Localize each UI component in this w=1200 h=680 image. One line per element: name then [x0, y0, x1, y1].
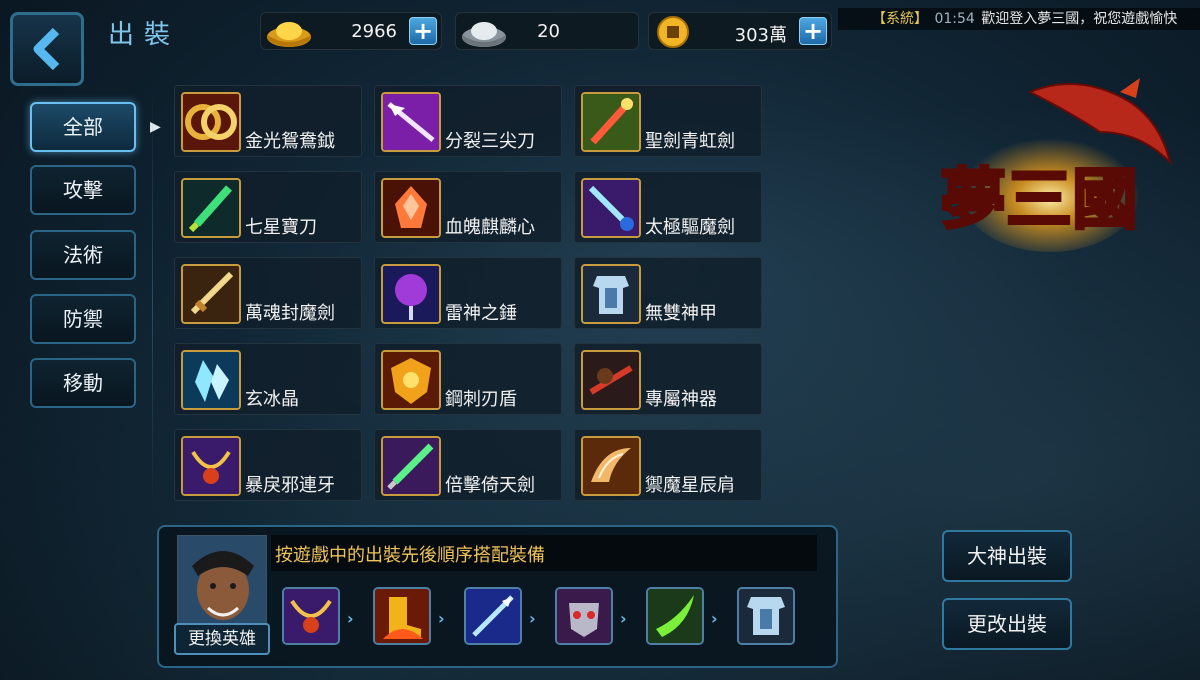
system-news-ticker: 【系統】 01:54 歡迎登入夢三國，祝您遊戲愉快 [838, 8, 1200, 30]
build-order-panel: 更換英雄 按遊戲中的出裝先後順序搭配裝備 › › › › › [157, 525, 838, 668]
change-build-button[interactable]: 更改出裝 [942, 598, 1072, 650]
fang-necklace-icon [181, 436, 241, 496]
item-name: 金光鴛鴦鉞 [245, 131, 335, 152]
item-name: 雷神之錘 [445, 303, 517, 324]
game-logo: 夢三國 [930, 72, 1190, 272]
item-card[interactable]: 暴戾邪連牙 [174, 429, 362, 501]
hero-portrait[interactable] [177, 535, 267, 627]
star-shoulder-icon [581, 436, 641, 496]
item-card[interactable]: 鋼刺刃盾 [374, 343, 562, 415]
item-card[interactable]: 聖劍青虹劍 [574, 85, 762, 157]
category-magic[interactable]: 法術 [30, 230, 136, 280]
demon-mask-icon[interactable] [555, 587, 613, 645]
item-card[interactable]: 血魄麒麟心 [374, 171, 562, 243]
chevron-right-icon: › [438, 609, 445, 628]
item-card[interactable]: 分裂三尖刀 [374, 85, 562, 157]
currency-gold: 2966 + [260, 12, 442, 50]
jade-sword-icon [381, 436, 441, 496]
ice-crystal-icon [181, 350, 241, 410]
item-card[interactable]: 專屬神器 [574, 343, 762, 415]
green-blade-icon[interactable] [646, 587, 704, 645]
item-name: 無雙神甲 [645, 303, 717, 324]
category-all[interactable]: 全部 [30, 102, 136, 152]
news-tag: 【系統】 [872, 11, 928, 27]
chevron-left-icon [33, 27, 60, 71]
spiked-shield-icon [381, 350, 441, 410]
item-card[interactable]: 倍擊倚天劍 [374, 429, 562, 501]
item-name: 專屬神器 [645, 389, 717, 410]
item-card[interactable]: 七星寶刀 [174, 171, 362, 243]
chevron-right-icon: › [711, 609, 718, 628]
chevron-right-icon: › [347, 609, 354, 628]
gold-value: 2966 [351, 21, 397, 42]
item-card[interactable]: 無雙神甲 [574, 257, 762, 329]
fire-boots-icon[interactable] [373, 587, 431, 645]
category-movement[interactable]: 移動 [30, 358, 136, 408]
item-card[interactable]: 雷神之錘 [374, 257, 562, 329]
coin-icon [657, 16, 689, 48]
news-time: 01:54 [934, 11, 975, 27]
silver-ingot-icon [462, 22, 506, 47]
silver-value: 20 [537, 21, 560, 42]
master-build-button[interactable]: 大神出裝 [942, 530, 1072, 582]
logo-text: 夢三國 [940, 160, 1138, 238]
item-card[interactable]: 禦魔星辰肩 [574, 429, 762, 501]
blood-crystal-icon [381, 178, 441, 238]
item-name: 太極驅魔劍 [645, 217, 735, 238]
divider [152, 90, 153, 510]
item-name: 禦魔星辰肩 [645, 475, 735, 496]
build-hint-text: 按遊戲中的出裝先後順序搭配裝備 [271, 535, 817, 571]
item-name: 鋼刺刃盾 [445, 389, 517, 410]
item-name: 萬魂封魔劍 [245, 303, 335, 324]
armor-icon [581, 264, 641, 324]
change-hero-button[interactable]: 更換英雄 [174, 623, 270, 655]
golden-sword-icon [181, 264, 241, 324]
news-message: 歡迎登入夢三國，祝您遊戲愉快 [981, 11, 1178, 27]
item-name: 血魄麒麟心 [445, 217, 535, 238]
chevron-right-icon: › [620, 609, 627, 628]
green-dagger-icon [181, 178, 241, 238]
red-sword-icon [581, 92, 641, 152]
taiji-sword-icon [581, 178, 641, 238]
thunder-hammer-icon [381, 264, 441, 324]
golden-rings-icon [181, 92, 241, 152]
item-name: 倍擊倚天劍 [445, 475, 535, 496]
chevron-right-icon: › [529, 609, 536, 628]
trident-spear-icon [381, 92, 441, 152]
item-card[interactable]: 金光鴛鴦鉞 [174, 85, 362, 157]
armor-icon[interactable] [737, 587, 795, 645]
currency-silver: 20 [455, 12, 639, 50]
exclusive-artifact-icon [581, 350, 641, 410]
coin-value: 303萬 [734, 25, 787, 46]
item-name: 玄冰晶 [245, 389, 299, 410]
category-attack[interactable]: 攻擊 [30, 165, 136, 215]
item-name: 分裂三尖刀 [445, 131, 535, 152]
currency-coin: 303萬 + [648, 12, 832, 50]
category-defense[interactable]: 防禦 [30, 294, 136, 344]
item-name: 聖劍青虹劍 [645, 131, 735, 152]
item-card[interactable]: 玄冰晶 [174, 343, 362, 415]
page-title: 出裝 [108, 20, 181, 50]
item-name: 暴戾邪連牙 [245, 475, 335, 496]
item-card[interactable]: 太極驅魔劍 [574, 171, 762, 243]
fang-necklace-icon[interactable] [282, 587, 340, 645]
add-coin-button[interactable]: + [799, 17, 827, 45]
gold-ingot-icon [267, 22, 311, 47]
item-name: 七星寶刀 [245, 217, 317, 238]
back-button[interactable] [10, 12, 84, 86]
add-gold-button[interactable]: + [409, 17, 437, 45]
item-card[interactable]: 萬魂封魔劍 [174, 257, 362, 329]
ice-spear-icon[interactable] [464, 587, 522, 645]
